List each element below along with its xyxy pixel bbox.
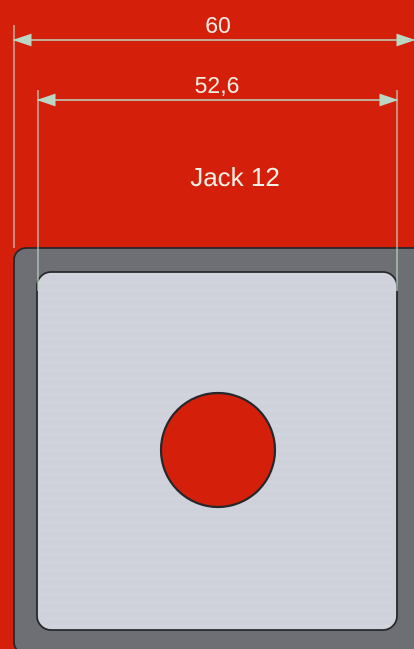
frame-group bbox=[13, 247, 414, 649]
inner-dimension-label: 52,6 bbox=[195, 72, 240, 98]
labels: 60 52,6 Jack 12 bbox=[190, 12, 280, 192]
component-label: Jack 12 bbox=[190, 162, 280, 192]
technical-drawing: 60 52,6 Jack 12 bbox=[0, 0, 414, 649]
outer-dimension-label: 60 bbox=[205, 12, 231, 38]
drawing-svg: 60 52,6 Jack 12 bbox=[12, 12, 414, 649]
jack-hole bbox=[159, 391, 277, 509]
